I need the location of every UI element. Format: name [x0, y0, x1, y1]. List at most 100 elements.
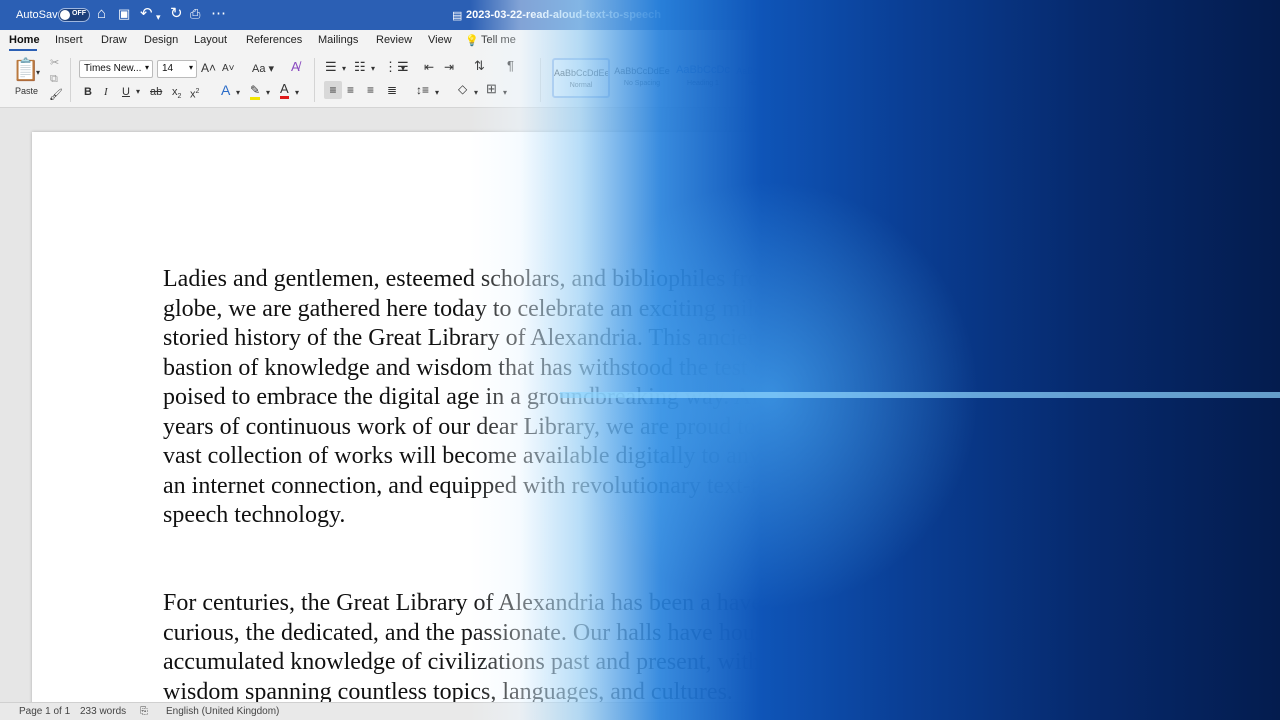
- shading-dropdown-icon[interactable]: ▾: [474, 86, 478, 100]
- line-spacing-dropdown-icon[interactable]: ▾: [435, 86, 439, 100]
- line-spacing-icon[interactable]: ↕≡: [416, 83, 429, 97]
- undo-dropdown-icon[interactable]: ▾: [156, 9, 161, 25]
- text-effects-dropdown-icon[interactable]: ▾: [236, 86, 240, 100]
- text-line: bastion of knowledge and wisdom that has…: [163, 354, 845, 381]
- borders-icon[interactable]: ⊞: [486, 82, 497, 96]
- save-icon[interactable]: ▣: [118, 6, 130, 22]
- chevron-down-icon: ▾: [144, 63, 149, 72]
- paragraph-2[interactable]: For centuries, the Great Library of Alex…: [163, 589, 851, 707]
- style-sample: AaBb(: [801, 61, 849, 80]
- subscript-icon[interactable]: x2: [172, 85, 181, 104]
- grow-font-icon[interactable]: A˄: [201, 61, 216, 75]
- tab-insert[interactable]: Insert: [55, 34, 83, 46]
- style-title[interactable]: AaBb( Title: [796, 58, 854, 98]
- text-line: vast collection of works will become ava…: [163, 443, 845, 469]
- align-right-icon[interactable]: ≡: [367, 83, 374, 97]
- style-subtitle[interactable]: AaBbCcDdEe Subtitle: [857, 58, 891, 98]
- highlight-dropdown-icon[interactable]: ▾: [266, 86, 270, 100]
- text-line: an internet connection, and equipped wit…: [163, 472, 778, 499]
- borders-dropdown-icon[interactable]: ▾: [503, 86, 507, 100]
- bullets-dropdown-icon[interactable]: ▾: [342, 62, 346, 76]
- style-heading-2[interactable]: AaBbCcDdEe Heading 2: [735, 58, 793, 98]
- format-painter-icon[interactable]: 🖌: [49, 88, 63, 102]
- style-name: Heading 1: [687, 80, 719, 87]
- highlight-icon[interactable]: ✎: [250, 83, 261, 100]
- strikethrough-icon[interactable]: ab: [150, 85, 162, 99]
- more-icon[interactable]: ⋯: [211, 6, 226, 22]
- document-icon: ▤: [452, 10, 463, 22]
- font-color-icon[interactable]: A: [280, 82, 289, 99]
- font-color-dropdown-icon[interactable]: ▾: [295, 86, 299, 100]
- tab-home[interactable]: Home: [9, 34, 40, 46]
- paste-dropdown-icon[interactable]: ▾: [36, 66, 40, 80]
- proofing-icon[interactable]: ⎘: [140, 706, 148, 717]
- toggle-knob: [60, 10, 70, 20]
- paste-label[interactable]: Paste: [15, 84, 38, 98]
- shading-icon[interactable]: ◇: [458, 82, 467, 96]
- tab-view[interactable]: View: [428, 34, 452, 46]
- style-normal[interactable]: AaBbCcDdEe Normal: [552, 58, 610, 98]
- text-line: years of continuous work of our dear Lib…: [163, 413, 893, 440]
- change-case-icon[interactable]: Aa ▾: [252, 62, 274, 76]
- numbering-dropdown-icon[interactable]: ▾: [371, 62, 375, 76]
- tab-references[interactable]: References: [246, 34, 302, 46]
- style-name: No Spacing: [623, 80, 661, 87]
- numbering-icon[interactable]: ☷: [354, 60, 366, 74]
- style-sample: AaBbCcDc: [676, 64, 730, 76]
- style-sample: AaBbCcDdEe: [857, 66, 891, 76]
- bold-icon[interactable]: B: [84, 85, 92, 99]
- tab-design[interactable]: Design: [144, 34, 178, 46]
- italic-icon[interactable]: I: [104, 85, 108, 99]
- style-heading-1[interactable]: AaBbCcDc Heading 1: [674, 58, 732, 98]
- decrease-indent-icon[interactable]: ⇤: [424, 60, 434, 74]
- clear-formatting-icon[interactable]: A̸: [291, 60, 300, 74]
- style-no-spacing[interactable]: AaBbCcDdEe No Spacing: [613, 58, 671, 98]
- page-count[interactable]: Page 1 of 1: [19, 706, 70, 717]
- increase-indent-icon[interactable]: ⇥: [444, 60, 454, 74]
- separator: [314, 58, 315, 102]
- language-status[interactable]: English (United Kingdom): [166, 706, 279, 717]
- superscript-icon[interactable]: x2: [190, 85, 199, 102]
- title-bar: AutoSave OFF ⌂ ▣ ↶ ▾ ↻ ⎙ ⋯ ▤ 2023-03-22-…: [0, 0, 1280, 30]
- font-name-select[interactable]: Times New... ▾: [79, 60, 153, 78]
- text-line: poised to embrace the digital age in a g…: [163, 384, 844, 410]
- undo-icon[interactable]: ↶: [140, 6, 153, 22]
- tab-tell-me[interactable]: Tell me: [481, 34, 516, 46]
- text-line: accumulated knowledge of civilizations p…: [163, 649, 851, 675]
- underline-dropdown-icon[interactable]: ▾: [136, 85, 140, 99]
- bullets-icon[interactable]: ☰: [325, 60, 337, 74]
- align-center-icon[interactable]: ≡: [347, 83, 354, 97]
- justify-icon[interactable]: ≣: [387, 83, 397, 97]
- multilevel-dropdown-icon[interactable]: ▾: [401, 62, 405, 76]
- copy-icon[interactable]: ⧉: [50, 72, 58, 86]
- print-icon[interactable]: ⎙: [190, 6, 200, 22]
- sort-icon[interactable]: ⇅: [474, 59, 485, 73]
- paragraph-1[interactable]: Ladies and gentlemen, esteemed scholars,…: [163, 265, 893, 531]
- tab-layout[interactable]: Layout: [194, 34, 227, 46]
- status-bar: Page 1 of 1 233 words ⎘ English (United …: [0, 702, 1280, 720]
- cut-icon[interactable]: ✂: [50, 56, 59, 70]
- text-line: speech technology.: [163, 502, 346, 528]
- text-line: storied history of the Great Library of …: [163, 325, 767, 351]
- paragraph-marks-icon[interactable]: ¶: [507, 59, 514, 73]
- document-title[interactable]: 2023-03-22-read-aloud-text-to-speech: [466, 9, 661, 21]
- tab-mailings[interactable]: Mailings: [318, 34, 358, 46]
- tab-review[interactable]: Review: [376, 34, 412, 46]
- text-effects-icon[interactable]: A: [221, 83, 230, 97]
- shrink-font-icon[interactable]: A˅: [222, 62, 235, 76]
- font-size-select[interactable]: 14 ▾: [157, 60, 197, 78]
- tab-draw[interactable]: Draw: [101, 34, 127, 46]
- style-name: Heading 2: [748, 80, 780, 87]
- autosave-toggle[interactable]: OFF: [58, 8, 90, 22]
- style-name: Subtitle: [862, 80, 886, 87]
- underline-icon[interactable]: U: [122, 85, 130, 99]
- text-line: Ladies and gentlemen, esteemed scholars,…: [163, 266, 887, 292]
- redo-icon[interactable]: ↻: [170, 6, 183, 22]
- styles-gallery: AaBbCcDdEe Normal AaBbCcDdEe No Spacing …: [552, 56, 892, 102]
- align-left-icon[interactable]: ≡: [324, 81, 342, 99]
- word-count[interactable]: 233 words: [80, 706, 126, 717]
- home-icon[interactable]: ⌂: [97, 6, 106, 22]
- document-canvas[interactable]: Ladies and gentlemen, esteemed scholars,…: [0, 108, 1280, 720]
- separator: [540, 58, 541, 102]
- document-page[interactable]: Ladies and gentlemen, esteemed scholars,…: [32, 132, 1032, 720]
